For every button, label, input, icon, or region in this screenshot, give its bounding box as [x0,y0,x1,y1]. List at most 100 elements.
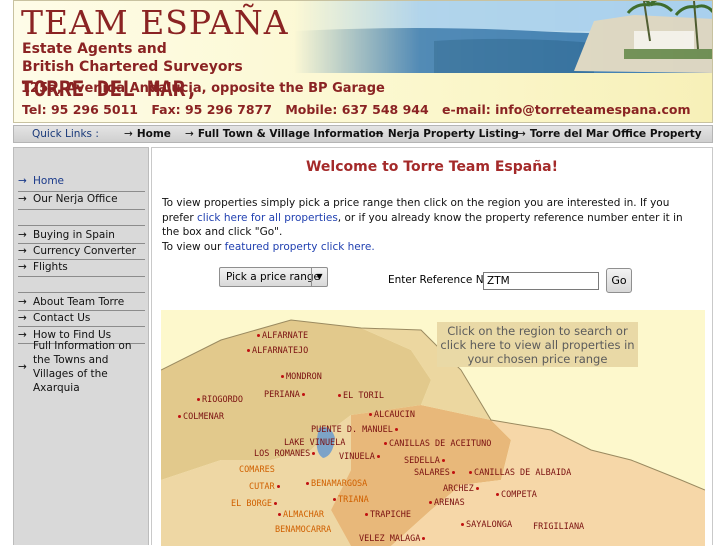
quicklink-label: Nerja Property Listing [387,128,519,140]
quicklink-nerja-listing[interactable]: → Nerja Property Listing [375,128,519,140]
price-range-value: Pick a price range [226,271,320,283]
fax-number: Fax: 95 296 7877 [151,102,272,117]
map-town-periana[interactable]: PERIANA [264,390,307,400]
sidebar-divider [18,292,145,293]
reference-input[interactable] [483,272,599,290]
intro-text: To view properties simply pick a price r… [162,196,702,254]
brand-subtitle-2: British Chartered Surveyors [22,59,243,75]
arrow-right-icon: → [18,229,27,241]
map-town-sedella[interactable]: SEDELLA [404,456,447,466]
map-town-alcaucin[interactable]: ALCAUCIN [367,410,415,420]
arrow-right-icon: → [18,175,27,187]
sidebar-divider [18,326,145,327]
intro-text-3: To view our [162,240,222,253]
map-town-vinuela[interactable]: VINUELA [339,452,382,462]
map-town-benamargosa[interactable]: BENAMARGOSA [304,479,367,489]
reference-label: Enter Reference No. [388,274,494,286]
arrow-right-icon: → [18,312,27,324]
map-town-mondron[interactable]: MONDRON [279,372,322,382]
quicklink-label: Home [136,128,171,140]
map-town-riogordo[interactable]: RIOGORDO [195,395,243,405]
arrow-right-icon: → [18,245,27,257]
office-line: TORRE DEL MAR, 125a, Avenida Andalucia, … [21,77,385,101]
arrow-right-icon: → [375,128,384,140]
map-town-archez[interactable]: ARCHEZ [443,484,481,494]
arrow-right-icon: → [18,329,27,341]
brand-title: TEAM ESPAÑA [21,3,289,42]
arrow-right-icon: → [18,361,27,373]
sidebar-item-label: Full Information on the Towns and Villag… [33,340,132,394]
sidebar-item-contact[interactable]: → Contact Us [18,311,144,325]
map-town-almachar[interactable]: ALMACHAR [276,510,324,520]
sidebar-divider [18,276,145,277]
arrow-right-icon: → [18,296,27,308]
map-town-frigiliana[interactable]: FRIGILIANA [533,522,584,532]
map-town-canillas-de-albaida[interactable]: CANILLAS DE ALBAIDA [467,468,571,478]
map-town-el-borge[interactable]: EL BORGE [231,499,279,509]
map-town-salares[interactable]: SALARES [414,468,457,478]
quick-links-label: Quick Links : [32,128,99,140]
map-town-alfarnatejo[interactable]: ALFARNATEJO [245,346,308,356]
header-coastal-photo [294,1,712,73]
sidebar-item-label: About Team Torre [33,296,125,308]
sidebar-item-flights[interactable]: → Flights [18,260,144,274]
map-town-cutar[interactable]: CUTAR [249,482,282,492]
arrow-right-icon: → [185,128,194,140]
price-range-select[interactable]: Pick a price range ▼ [219,267,328,287]
mobile-number: Mobile: 637 548 944 [285,102,429,117]
map-view-all-hint[interactable]: Click on the region to search or click h… [437,322,638,367]
map-town-lake-vinuela[interactable]: LAKE VINUELA [284,438,345,448]
sidebar-item-home[interactable]: → Home [18,174,144,188]
sidebar-item-nerja-office[interactable]: → Our Nerja Office [18,192,144,206]
sidebar-item-label: Our Nerja Office [33,193,118,205]
sidebar-item-currency-converter[interactable]: → Currency Converter [18,244,144,258]
brand-subtitle-1: Estate Agents and [22,41,167,57]
sidebar-item-label: Home [33,175,65,187]
region-map[interactable]: Click on the region to search or click h… [161,310,705,546]
contact-line: Tel: 95 296 5011 Fax: 95 296 7877 Mobile… [22,102,700,117]
map-town-canillas-de-aceituno[interactable]: CANILLAS DE ACEITUNO [382,439,491,449]
quick-links-bar: Quick Links : → Home → Full Town & Village… [13,125,713,143]
quicklink-label: Torre del Mar Office Property [529,128,702,140]
map-town-sayalonga[interactable]: SAYALONGA [459,520,512,530]
arrow-right-icon: → [18,193,27,205]
quicklink-home[interactable]: → Home [124,128,171,140]
map-town-triana[interactable]: TRIANA [331,495,369,505]
quicklink-label: Full Town & Village Information [197,128,384,140]
map-town-velez-malaga[interactable]: VELEZ MALAGA [359,534,427,544]
sidebar-item-buying-in-spain[interactable]: → Buying in Spain [18,228,144,242]
tel-number: Tel: 95 296 5011 [22,102,138,117]
map-town-colmenar[interactable]: COLMENAR [176,412,224,422]
email-address[interactable]: e-mail: info@torreteamespana.com [442,102,690,117]
map-town-los-romanes[interactable]: LOS ROMANES [254,449,317,459]
sidebar-item-about[interactable]: → About Team Torre [18,295,144,309]
go-button[interactable]: Go [606,268,632,293]
arrow-right-icon: → [517,128,526,140]
sidebar-item-label: Currency Converter [33,245,136,257]
arrow-right-icon: → [18,261,27,273]
all-properties-link[interactable]: click here for all properties [197,212,338,224]
map-town-trapiche[interactable]: TRAPICHE [363,510,411,520]
office-town: TORRE DEL MAR, [21,77,199,101]
featured-property-link[interactable]: featured property click here. [225,241,375,253]
map-town-benamocarra[interactable]: BENAMOCARRA [275,525,331,535]
sidebar-item-label: Contact Us [33,312,91,324]
welcome-heading: Welcome to Torre Team España! [305,159,559,175]
map-town-alfarnate[interactable]: ALFARNATE [255,331,308,341]
arrow-right-icon: → [124,128,133,140]
sidebar-nav: → Home → Our Nerja Office → Buying in Spain… [13,147,149,545]
triangle-down-icon: ▼ [311,268,327,286]
sidebar-item-label: Buying in Spain [33,229,115,241]
map-town-puente-don-manuel[interactable]: PUENTE D. MANUEL [311,425,400,435]
main-content: Welcome to Torre Team España! To view pr… [151,147,713,546]
map-town-competa[interactable]: COMPETA [494,490,537,500]
sidebar-item-town-info[interactable]: → Full Information on the Towns and Villa… [18,340,144,394]
map-town-arenas[interactable]: ARENAS [427,498,465,508]
sidebar-divider [18,209,145,210]
quicklink-torre-office-property[interactable]: → Torre del Mar Office Property [517,128,702,140]
site-header: TEAM ESPAÑA Estate Agents and British Ch… [13,0,713,123]
map-town-el-toril[interactable]: EL TORIL [336,391,384,401]
sidebar-item-label: Flights [33,261,68,273]
map-town-comares[interactable]: COMARES [239,465,275,475]
quicklink-town-village-info[interactable]: → Full Town & Village Information [185,128,383,140]
